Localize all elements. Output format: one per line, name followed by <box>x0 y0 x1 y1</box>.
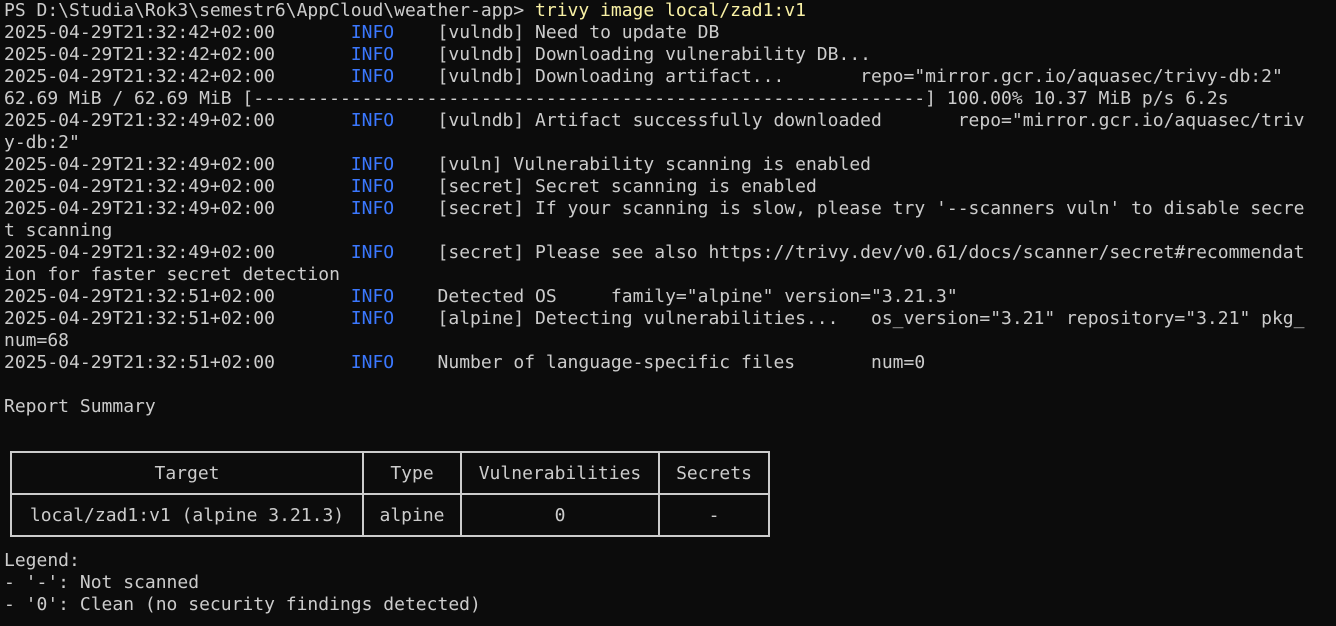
log-line: t scanning <box>4 220 1334 242</box>
prompt-path: PS D:\Studia\Rok3\semestr6\AppCloud\weat… <box>4 0 536 21</box>
legend-block: Legend: - '-': Not scanned - '0': Clean … <box>4 550 1334 626</box>
header-secrets: Secrets <box>658 451 770 495</box>
table-header-row: Target Type Vulnerabilities Secrets <box>10 451 770 495</box>
log-continuation: y-db:2" <box>4 132 80 153</box>
report-summary-table: Target Type Vulnerabilities Secrets loca… <box>10 451 770 537</box>
log-line: 2025-04-29T21:32:49+02:00 INFO [secret] … <box>4 176 1334 198</box>
log-level: INFO <box>350 352 395 373</box>
cell-type: alpine <box>362 493 462 537</box>
log-message: [vulndb] Downloading vulnerability DB... <box>437 44 871 65</box>
log-line: 2025-04-29T21:32:49+02:00 INFO [vuln] Vu… <box>4 154 1334 176</box>
log-level: INFO <box>350 242 395 263</box>
log-line: num=68 <box>4 330 1334 352</box>
legend-item: - '-': Not scanned <box>4 572 200 593</box>
log-line: ion for faster secret detection <box>4 264 1334 286</box>
log-timestamp: 2025-04-29T21:32:49+02:00 <box>4 176 275 197</box>
cell-target: local/zad1:v1 (alpine 3.21.3) <box>10 493 364 537</box>
log-timestamp: 2025-04-29T21:32:49+02:00 <box>4 242 275 263</box>
log-level: INFO <box>350 198 395 219</box>
log-line: 2025-04-29T21:32:51+02:00 INFO Number of… <box>4 352 1334 374</box>
log-continuation: t scanning <box>4 220 113 241</box>
log-line: 2025-04-29T21:32:49+02:00 INFO [secret] … <box>4 198 1334 220</box>
log-message: [vulndb] Artifact successfully downloade… <box>437 110 1305 131</box>
log-line: 2025-04-29T21:32:51+02:00 INFO [alpine] … <box>4 308 1334 330</box>
log-line: 2025-04-29T21:32:51+02:00 INFO Detected … <box>4 286 1334 308</box>
log-timestamp: 2025-04-29T21:32:49+02:00 <box>4 154 275 175</box>
log-level: INFO <box>350 308 395 329</box>
log-timestamp: 2025-04-29T21:32:42+02:00 <box>4 44 275 65</box>
log-message: [vuln] Vulnerability scanning is enabled <box>437 154 871 175</box>
log-timestamp: 2025-04-29T21:32:42+02:00 <box>4 66 275 87</box>
log-message: [secret] If your scanning is slow, pleas… <box>437 198 1305 219</box>
log-timestamp: 2025-04-29T21:32:51+02:00 <box>4 308 275 329</box>
log-message: Detected OS family="alpine" version="3.2… <box>437 286 958 307</box>
log-line: 2025-04-29T21:32:49+02:00 INFO [vulndb] … <box>4 110 1334 132</box>
table-row: local/zad1:v1 (alpine 3.21.3) alpine 0 - <box>10 493 770 537</box>
log-continuation: ion for faster secret detection <box>4 264 340 285</box>
log-timestamp: 2025-04-29T21:32:42+02:00 <box>4 22 275 43</box>
log-line: 2025-04-29T21:32:42+02:00 INFO [vulndb] … <box>4 22 1334 44</box>
log-timestamp: 2025-04-29T21:32:51+02:00 <box>4 352 275 373</box>
log-output: 2025-04-29T21:32:42+02:00 INFO [vulndb] … <box>4 22 1334 374</box>
legend-item: - '0': Clean (no security findings detec… <box>4 594 481 615</box>
cell-secrets: - <box>658 493 770 537</box>
prompt-line: PS D:\Studia\Rok3\semestr6\AppCloud\weat… <box>4 0 1334 22</box>
log-level: INFO <box>350 286 395 307</box>
log-level: INFO <box>350 176 395 197</box>
log-level: INFO <box>350 154 395 175</box>
log-message: [vulndb] Downloading artifact... repo="m… <box>437 66 1283 87</box>
log-message: [secret] Secret scanning is enabled <box>437 176 817 197</box>
log-level: INFO <box>350 44 395 65</box>
log-message: [secret] Please see also https://trivy.d… <box>437 242 1305 263</box>
log-timestamp: 2025-04-29T21:32:49+02:00 <box>4 198 275 219</box>
header-type: Type <box>362 451 462 495</box>
log-message: [vulndb] Need to update DB <box>437 22 720 43</box>
cell-vulnerabilities: 0 <box>460 493 660 537</box>
header-target: Target <box>10 451 364 495</box>
log-timestamp: 2025-04-29T21:32:51+02:00 <box>4 286 275 307</box>
legend-title: Legend: <box>4 550 80 571</box>
command-text: trivy image local/zad1:v1 <box>535 0 806 21</box>
header-vulnerabilities: Vulnerabilities <box>460 451 660 495</box>
log-line: 62.69 MiB / 62.69 MiB [-----------------… <box>4 88 1334 110</box>
log-level: INFO <box>350 22 395 43</box>
log-continuation: 62.69 MiB / 62.69 MiB [-----------------… <box>4 88 1229 109</box>
log-level: INFO <box>350 110 395 131</box>
log-level: INFO <box>350 66 395 87</box>
log-line: 2025-04-29T21:32:42+02:00 INFO [vulndb] … <box>4 66 1334 88</box>
log-message: Number of language-specific files num=0 <box>437 352 926 373</box>
report-title: Report Summary <box>4 396 156 417</box>
log-continuation: num=68 <box>4 330 70 351</box>
log-line: 2025-04-29T21:32:42+02:00 INFO [vulndb] … <box>4 44 1334 66</box>
log-timestamp: 2025-04-29T21:32:49+02:00 <box>4 110 275 131</box>
log-message: [alpine] Detecting vulnerabilities... os… <box>437 308 1305 329</box>
log-line: 2025-04-29T21:32:49+02:00 INFO [secret] … <box>4 242 1334 264</box>
log-line: y-db:2" <box>4 132 1334 154</box>
